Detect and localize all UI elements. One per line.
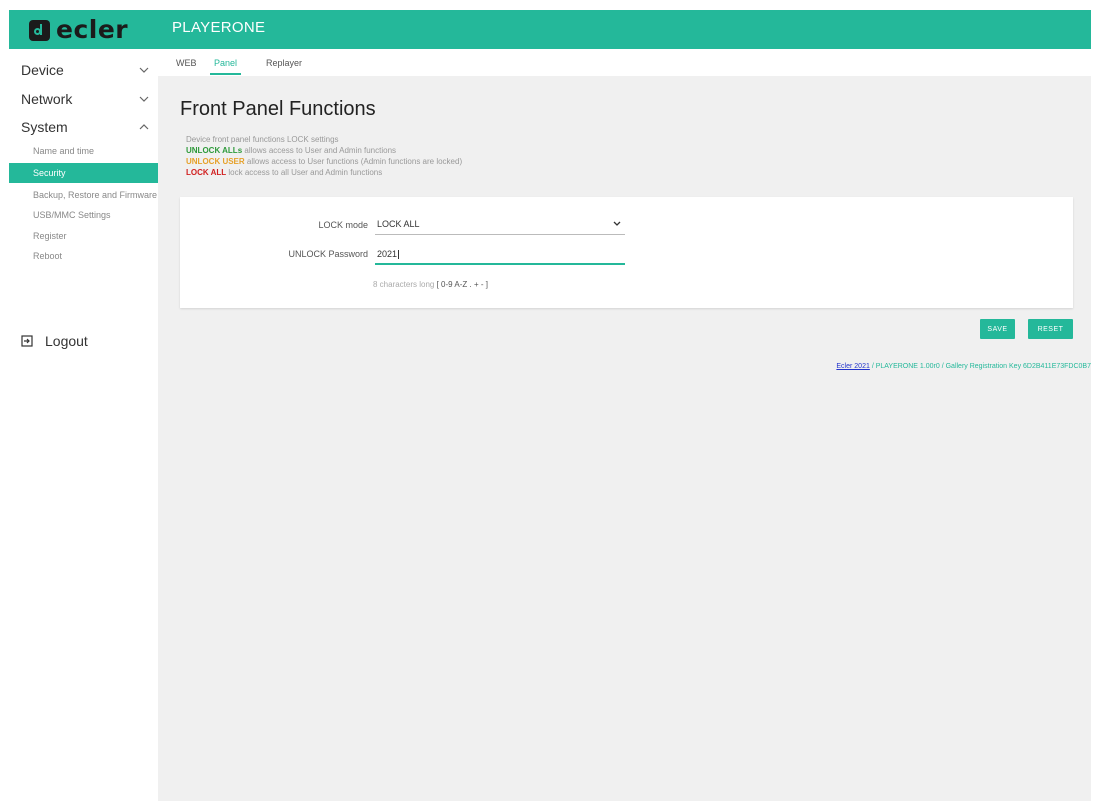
lock-all-text: lock access to all User and Admin functi… — [228, 168, 383, 177]
ecler-logo-mark-icon — [29, 19, 50, 41]
top-header: ecler PLAYERONE — [9, 10, 1091, 49]
password-hint: 8 characters long [ 0-9 A-Z . + - ] — [373, 280, 488, 289]
description-unlock-user: UNLOCK USER allows access to User functi… — [186, 157, 462, 166]
sidebar-item-label: Security — [33, 168, 66, 178]
page-title: Front Panel Functions — [180, 98, 376, 120]
unlock-password-input[interactable]: 2021 — [375, 244, 625, 265]
sidebar-item-label: Reboot — [33, 251, 63, 261]
description-lock-all: LOCK ALL lock access to all User and Adm… — [186, 168, 382, 177]
tab-replayer[interactable]: Replayer — [262, 58, 306, 73]
sidebar-group-network[interactable]: Network — [9, 87, 158, 111]
ecler-link[interactable]: Ecler 2021 — [836, 363, 869, 370]
description-unlock-all: UNLOCK ALLs allows access to User and Ad… — [186, 146, 396, 155]
sidebar-group-system[interactable]: System — [9, 115, 158, 139]
logout-icon — [21, 335, 33, 347]
hint-chars: [ 0-9 A-Z . + - ] — [436, 280, 488, 289]
description-intro: Device front panel functions LOCK settin… — [186, 135, 339, 144]
unlock-all-text: allows access to User and Admin function… — [244, 146, 397, 155]
sidebar-group-label: Device — [21, 62, 64, 78]
sidebar-item-label: Backup, Restore and Firmware — [33, 190, 158, 200]
sidebar-item-register[interactable]: Register — [9, 226, 158, 246]
unlock-user-key: UNLOCK USER — [186, 157, 245, 166]
ecler-logo: ecler — [29, 17, 128, 43]
lock-mode-select[interactable]: LOCK ALL — [375, 213, 625, 235]
sidebar-item-reboot[interactable]: Reboot — [9, 246, 158, 266]
sidebar-item-label: Register — [33, 231, 67, 241]
unlock-all-key: UNLOCK ALLs — [186, 146, 243, 155]
sidebar-group-label: Network — [21, 91, 73, 107]
unlock-password-value: 2021 — [377, 249, 400, 260]
lock-settings-card: LOCK mode LOCK ALL UNLOCK Password 2021 … — [180, 197, 1073, 308]
chevron-down-icon — [138, 93, 150, 105]
chevron-up-icon — [138, 121, 150, 133]
sidebar-group-device[interactable]: Device — [9, 58, 158, 82]
tab-panel[interactable]: Panel — [210, 58, 242, 75]
text-caret — [398, 250, 400, 260]
lock-all-key: LOCK ALL — [186, 168, 227, 177]
password-text: 2021 — [377, 249, 398, 259]
sidebar-item-name-and-time[interactable]: Name and time — [9, 141, 158, 161]
sidebar-item-label: USB/MMC Settings — [33, 210, 111, 220]
footer-text: / PLAYERONE 1.00r0 / Gallery Registratio… — [871, 363, 1091, 370]
app-title: PLAYERONE — [172, 19, 266, 36]
sidebar-item-security[interactable]: Security — [9, 163, 158, 183]
reset-button[interactable]: RESET — [1028, 319, 1073, 339]
save-button[interactable]: SAVE — [980, 319, 1015, 339]
chevron-down-icon — [138, 64, 150, 76]
sidebar-group-label: System — [21, 119, 68, 135]
unlock-user-text: allows access to User functions (Admin f… — [246, 157, 463, 166]
dropdown-arrow-icon — [613, 221, 621, 226]
logout-label: Logout — [45, 333, 88, 349]
logout-button[interactable]: Logout — [21, 333, 88, 349]
sidebar-item-backup-restore-firmware[interactable]: Backup, Restore and Firmware — [9, 185, 158, 205]
sidebar: Device Network System Name and time Secu… — [9, 49, 158, 801]
footer-info: Ecler 2021 / PLAYERONE 1.00r0 / Gallery … — [836, 363, 1091, 370]
lock-mode-value: LOCK ALL — [377, 219, 420, 229]
logo-text: ecler — [56, 15, 129, 44]
tab-bar: WEB Panel Replayer — [158, 49, 1091, 76]
sidebar-item-label: Name and time — [33, 146, 95, 156]
hint-prefix: 8 characters long — [373, 280, 435, 289]
sidebar-item-usb-mmc-settings[interactable]: USB/MMC Settings — [9, 205, 158, 225]
tab-web[interactable]: WEB — [172, 58, 201, 73]
lock-mode-label: LOCK mode — [318, 220, 368, 230]
unlock-password-label: UNLOCK Password — [288, 249, 368, 259]
app-window: ecler PLAYERONE Device Network System Na… — [9, 10, 1091, 801]
